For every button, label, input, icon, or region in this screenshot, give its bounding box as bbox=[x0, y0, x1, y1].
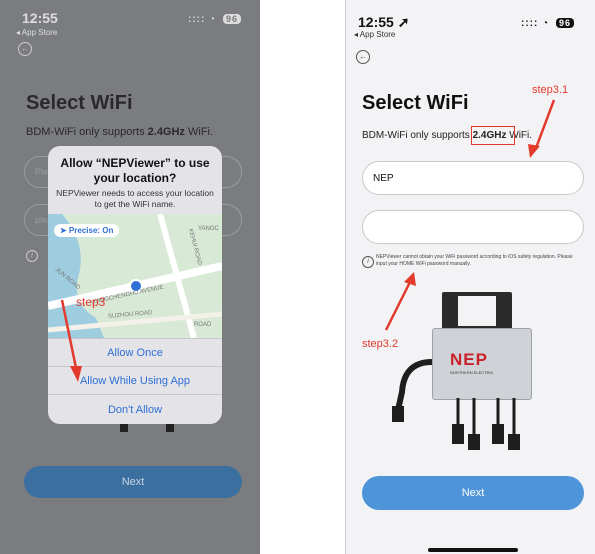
status-bar: 12:55 ➚ ◂ App Store :::: ◔ 96 bbox=[346, 0, 595, 48]
map-label-road2: ROAD bbox=[194, 322, 212, 328]
location-permission-dialog: Allow “NEPViewer” to use your location? … bbox=[48, 146, 222, 424]
step3-annotation: step3 bbox=[76, 295, 106, 309]
wifi-icon: ◔ bbox=[542, 18, 550, 29]
page-title: Select WiFi bbox=[26, 92, 133, 114]
status-bar: 12:55 ◂ App Store :::: ◔ 96 bbox=[0, 0, 260, 48]
allow-once-button[interactable]: Allow Once bbox=[48, 338, 222, 367]
back-to-app-store-link[interactable]: ◂ App Store bbox=[354, 30, 395, 39]
subtitle: BDM-WiFi only supports 2.4GHz WiFi. bbox=[26, 126, 213, 138]
precise-on-toggle[interactable]: ➤ Precise: On bbox=[54, 224, 120, 237]
allow-while-using-app-button[interactable]: Allow While Using App bbox=[48, 366, 222, 395]
dialog-title: Allow “NEPViewer” to use your location? bbox=[48, 156, 222, 186]
subtitle-frequency: 2.4GHz bbox=[147, 126, 185, 138]
status-time: 12:55 bbox=[22, 10, 58, 26]
device-brand-sub: NORTHERN ELECTRIC bbox=[450, 370, 494, 375]
ssid-input[interactable]: NEP bbox=[362, 161, 584, 195]
step3-2-annotation: step3.2 bbox=[362, 338, 399, 350]
password-input[interactable] bbox=[362, 210, 584, 244]
system-icons: :::: ◔ 96 bbox=[521, 18, 574, 29]
map-label-yangc: YANGC bbox=[198, 226, 219, 232]
device-bracket-gap bbox=[458, 296, 496, 326]
dialog-title-line2: your location? bbox=[93, 171, 177, 185]
info-icon: i bbox=[362, 256, 374, 268]
status-time: 12:55 ➚ bbox=[358, 14, 410, 30]
subtitle-text: BDM-WiFi only supports bbox=[362, 130, 473, 141]
frequency-highlight-box bbox=[471, 126, 515, 145]
home-indicator bbox=[428, 548, 518, 552]
battery-icon: 96 bbox=[555, 18, 574, 28]
subtitle-suffix: WiFi. bbox=[184, 126, 214, 138]
left-phone-screen: 12:55 ◂ App Store :::: ◔ 96 ← Select WiF… bbox=[0, 0, 260, 554]
battery-icon: 96 bbox=[222, 14, 241, 24]
page-title: Select WiFi bbox=[362, 92, 469, 114]
next-button[interactable]: Next bbox=[24, 466, 242, 498]
device-brand-logo: NEP bbox=[450, 350, 488, 369]
signal-icon: :::: bbox=[521, 18, 539, 29]
right-phone-screen: 12:55 ➚ ◂ App Store :::: ◔ 96 ← Select W… bbox=[345, 0, 595, 554]
back-arrow-icon[interactable]: ← bbox=[18, 42, 32, 56]
next-button[interactable]: Next bbox=[362, 476, 584, 510]
dont-allow-button[interactable]: Don't Allow bbox=[48, 394, 222, 424]
dialog-title-line1: Allow “NEPViewer” to use bbox=[60, 156, 210, 170]
wifi-icon: ◔ bbox=[209, 14, 217, 25]
password-note: NEPViewer cannot obtain your WiFi passwo… bbox=[376, 254, 573, 267]
dialog-message: NEPViewer needs to access your location … bbox=[56, 188, 214, 209]
info-icon: i bbox=[26, 250, 38, 262]
back-to-app-store-link[interactable]: ◂ App Store bbox=[16, 28, 57, 37]
back-arrow-icon[interactable]: ← bbox=[356, 50, 370, 64]
location-map: ➤ Precise: On YANGCHENGHU AVENUE SUZHOU … bbox=[48, 214, 222, 338]
signal-icon: :::: bbox=[188, 14, 206, 25]
system-icons: :::: ◔ 96 bbox=[188, 14, 241, 25]
subtitle-text: BDM-WiFi only supports bbox=[26, 126, 148, 138]
step3-1-annotation: step3.1 bbox=[532, 84, 569, 96]
